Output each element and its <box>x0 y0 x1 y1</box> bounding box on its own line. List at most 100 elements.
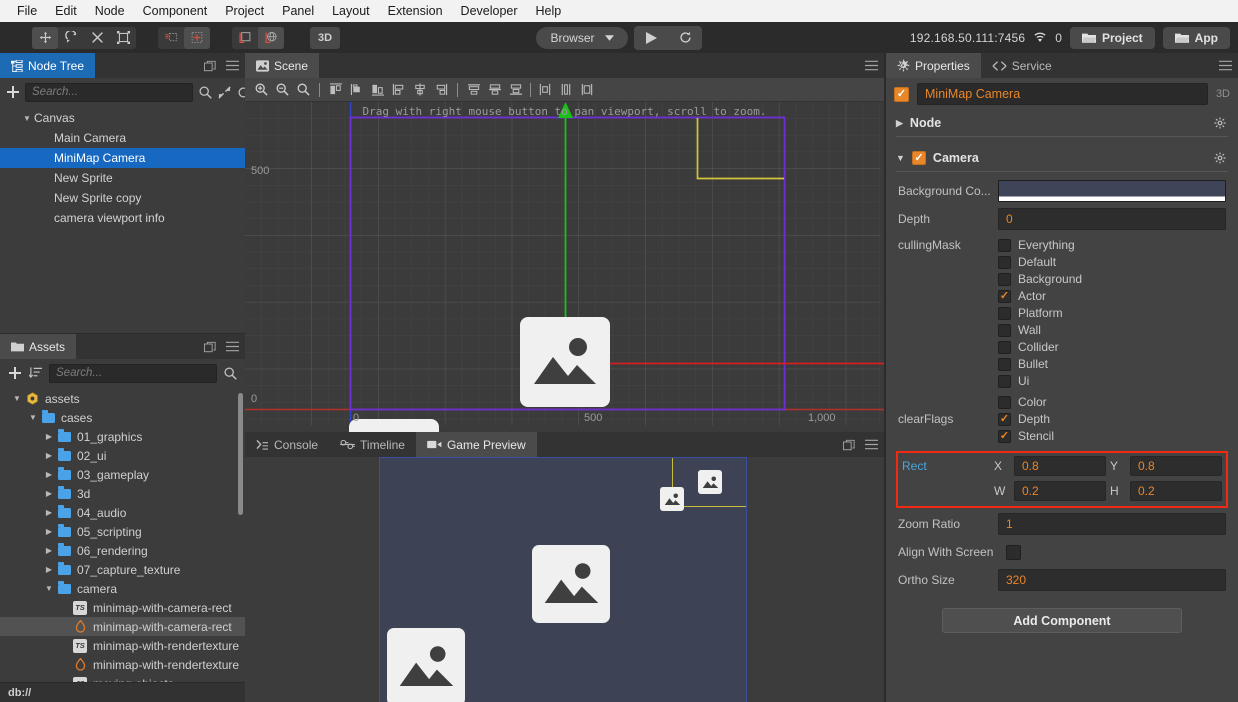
rotate-tool-icon[interactable] <box>58 27 84 49</box>
chevron-down-icon[interactable]: ▼ <box>20 114 34 123</box>
chevron-right-icon[interactable]: ▶ <box>42 508 56 517</box>
menu-item-extension[interactable]: Extension <box>379 0 452 22</box>
chevron-right-icon[interactable]: ▶ <box>42 527 56 536</box>
add-asset-button[interactable] <box>7 367 22 379</box>
culling-mask-option-collider[interactable]: Collider <box>998 339 1226 355</box>
node-section-header[interactable]: ▶ Node <box>886 110 1238 136</box>
align-right-edge-icon[interactable] <box>431 80 451 100</box>
menu-item-file[interactable]: File <box>8 0 46 22</box>
hamburger-menu-icon[interactable] <box>865 60 878 71</box>
rect-w-input[interactable]: 0.2 <box>1014 481 1106 501</box>
checkbox[interactable] <box>998 340 1011 354</box>
node-tree-item-camera-viewport-info[interactable]: camera viewport info <box>0 208 245 228</box>
align-with-screen-checkbox[interactable] <box>1006 544 1021 560</box>
menu-item-edit[interactable]: Edit <box>46 0 86 22</box>
hamburger-menu-icon[interactable] <box>1219 60 1232 71</box>
checkbox[interactable] <box>998 306 1011 320</box>
checkbox[interactable] <box>998 289 1011 303</box>
checkbox[interactable] <box>998 323 1011 337</box>
assets-item-camera[interactable]: ▼ camera <box>0 579 245 598</box>
assets-item-minimap-with-rendertexture-scene[interactable]: minimap-with-rendertexture <box>0 655 245 674</box>
preview-target-select[interactable]: Browser <box>536 26 628 49</box>
culling-mask-option-actor[interactable]: Actor <box>998 288 1226 304</box>
node-tree-item-minimap-camera[interactable]: MiniMap Camera <box>0 148 245 168</box>
camera-section-gear-icon[interactable] <box>1214 152 1226 164</box>
open-project-button[interactable]: Project <box>1069 26 1155 49</box>
open-app-button[interactable]: App <box>1162 26 1230 49</box>
distribute-horizontal-icon[interactable] <box>535 80 555 100</box>
assets-item-minimap-with-camera-rect-ts[interactable]: TS minimap-with-camera-rect <box>0 598 245 617</box>
checkbox[interactable] <box>998 357 1011 371</box>
search-icon[interactable] <box>223 366 238 380</box>
play-button[interactable] <box>634 26 668 50</box>
checkbox[interactable] <box>998 238 1011 252</box>
align-center-icon[interactable] <box>410 80 430 100</box>
chevron-right-icon[interactable]: ▶ <box>42 470 56 479</box>
assets-item-3d[interactable]: ▶ 3d <box>0 484 245 503</box>
clear-flags-option-color[interactable]: Color <box>998 394 1226 410</box>
menu-item-project[interactable]: Project <box>216 0 273 22</box>
add-node-button[interactable] <box>7 86 19 98</box>
node-section-gear-icon[interactable] <box>1214 117 1226 129</box>
culling-mask-option-wall[interactable]: Wall <box>998 322 1226 338</box>
assets-item-06-rendering[interactable]: ▶ 06_rendering <box>0 541 245 560</box>
assets-vertical-scrollbar[interactable] <box>238 393 243 515</box>
game-preview-area[interactable] <box>245 457 884 702</box>
assets-item-03-gameplay[interactable]: ▶ 03_gameplay <box>0 465 245 484</box>
tab-timeline[interactable]: Timeline <box>329 432 416 457</box>
assets-item-01-graphics[interactable]: ▶ 01_graphics <box>0 427 245 446</box>
menu-item-developer[interactable]: Developer <box>452 0 527 22</box>
tab-game-preview[interactable]: Game Preview <box>415 432 537 457</box>
rect-transform-tool-icon[interactable] <box>110 27 136 49</box>
chevron-right-icon[interactable]: ▶ <box>896 118 903 129</box>
checkbox[interactable] <box>998 272 1011 286</box>
camera-enabled-checkbox[interactable] <box>911 151 926 165</box>
align-right-icon[interactable] <box>368 80 388 100</box>
refresh-button[interactable] <box>668 26 702 50</box>
chevron-right-icon[interactable]: ▶ <box>42 565 56 574</box>
tab-node-tree[interactable]: Node Tree <box>0 53 96 78</box>
align-middle-icon[interactable] <box>485 80 505 100</box>
center-tool-icon[interactable] <box>184 26 210 49</box>
culling-mask-option-default[interactable]: Default <box>998 254 1226 270</box>
add-component-button[interactable]: Add Component <box>942 608 1182 633</box>
camera-section-header[interactable]: ▼ Camera <box>886 145 1238 171</box>
assets-search-input[interactable] <box>49 363 217 383</box>
chevron-right-icon[interactable]: ▶ <box>42 489 56 498</box>
zoom-in-icon[interactable] <box>251 80 271 100</box>
local-coord-tool-icon[interactable] <box>232 27 258 49</box>
align-bottom-icon[interactable] <box>506 80 526 100</box>
node-tree-search-input[interactable] <box>25 82 193 102</box>
menu-item-help[interactable]: Help <box>527 0 571 22</box>
rect-x-input[interactable]: 0.8 <box>1014 456 1106 476</box>
culling-mask-option-ui[interactable]: Ui <box>998 373 1226 389</box>
node-tree-item-main-camera[interactable]: Main Camera <box>0 128 245 148</box>
menu-item-panel[interactable]: Panel <box>273 0 323 22</box>
popout-icon[interactable] <box>204 341 216 353</box>
chevron-down-icon[interactable]: ▼ <box>10 394 24 403</box>
hamburger-menu-icon[interactable] <box>226 341 239 352</box>
distribute-vertical-icon[interactable] <box>556 80 576 100</box>
checkbox[interactable] <box>998 395 1011 409</box>
assets-item-cases[interactable]: ▼ cases <box>0 408 245 427</box>
zoom-out-icon[interactable] <box>272 80 292 100</box>
distribute-spacing-icon[interactable] <box>577 80 597 100</box>
assets-item-05-scripting[interactable]: ▶ 05_scripting <box>0 522 245 541</box>
zoom-ratio-input[interactable]: 1 <box>998 513 1226 535</box>
scene-sprite-new-sprite[interactable] <box>520 317 610 407</box>
scene-sprite-new-sprite-copy[interactable] <box>349 419 439 432</box>
menu-item-node[interactable]: Node <box>86 0 134 22</box>
node-name-field[interactable]: MiniMap Camera <box>917 83 1208 105</box>
assets-item-assets[interactable]: ▼ assets <box>0 389 245 408</box>
tab-console[interactable]: Console <box>245 432 329 457</box>
rect-h-input[interactable]: 0.2 <box>1130 481 1222 501</box>
global-coord-tool-icon[interactable] <box>258 26 284 49</box>
popout-icon[interactable] <box>843 439 855 451</box>
assets-item-moving-objects[interactable]: JS moving-objects <box>0 674 245 682</box>
align-left-edge-icon[interactable] <box>389 80 409 100</box>
culling-mask-option-bullet[interactable]: Bullet <box>998 356 1226 372</box>
clear-flags-option-depth[interactable]: Depth <box>998 411 1226 427</box>
assets-item-04-audio[interactable]: ▶ 04_audio <box>0 503 245 522</box>
node-enabled-checkbox[interactable] <box>894 86 909 102</box>
culling-mask-option-everything[interactable]: Everything <box>998 237 1226 253</box>
